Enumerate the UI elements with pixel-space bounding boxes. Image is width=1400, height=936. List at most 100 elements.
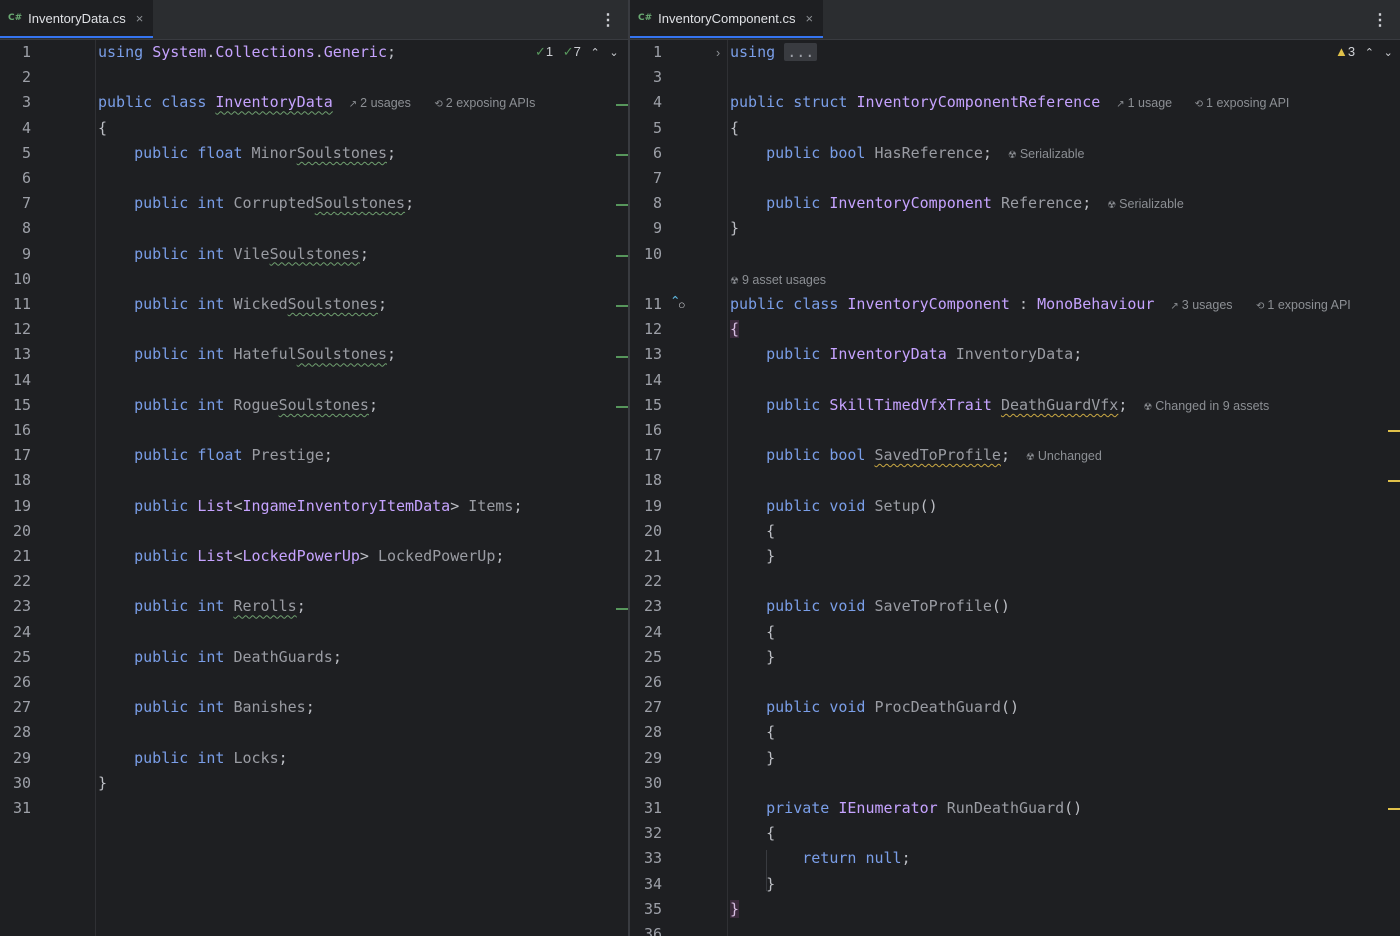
inlay-hint[interactable]: ⟲ 1 exposing API — [1256, 298, 1351, 312]
line-number[interactable]: 24 — [0, 623, 31, 641]
code-line[interactable]: 26 — [0, 670, 628, 695]
code-line[interactable]: 31 — [0, 796, 628, 821]
inlay-hint[interactable]: ↗ 3 usages — [1170, 298, 1232, 312]
code-line[interactable]: 36 — [630, 922, 1400, 936]
code-line[interactable]: 23 public int Rerolls; — [0, 594, 628, 619]
line-number[interactable]: 29 — [0, 749, 31, 767]
code-line[interactable]: 25 } — [630, 645, 1400, 670]
code-line[interactable]: 9} — [630, 216, 1400, 241]
line-number[interactable]: 18 — [630, 471, 662, 489]
line-number[interactable]: 35 — [630, 900, 662, 918]
code-line[interactable]: 6 public bool HasReference; ☢ Serializable — [630, 141, 1400, 166]
code-line[interactable]: 16 — [0, 418, 628, 443]
code-editor[interactable]: ▲3 ⌃ ⌄ 1 using ... › 3 4 public struct Invent… — [630, 40, 1400, 936]
inlay-hint[interactable]: ⟲ 1 exposing API — [1195, 96, 1290, 110]
code-line[interactable]: 15 public int RogueSoulstones; — [0, 393, 628, 418]
line-number[interactable]: 23 — [630, 597, 662, 615]
line-number[interactable]: 14 — [0, 371, 31, 389]
code-line[interactable]: 4{ — [0, 116, 628, 141]
code-line[interactable]: 22 — [0, 569, 628, 594]
line-number[interactable]: 5 — [0, 144, 31, 162]
line-number[interactable]: 4 — [0, 119, 31, 137]
line-number[interactable]: 3 — [630, 68, 662, 86]
line-number[interactable]: 6 — [630, 144, 662, 162]
code-line[interactable]: 19 public void Setup() — [630, 494, 1400, 519]
line-number[interactable]: 8 — [0, 219, 31, 237]
code-line[interactable]: 17 public float Prestige; — [0, 443, 628, 468]
line-number[interactable]: 24 — [630, 623, 662, 641]
line-number[interactable]: 29 — [630, 749, 662, 767]
code-line[interactable]: 7 public int CorruptedSoulstones; — [0, 191, 628, 216]
vcs-added-marker[interactable] — [616, 406, 628, 408]
line-number[interactable]: 6 — [0, 169, 31, 187]
code-line[interactable]: 8 — [0, 216, 628, 241]
line-number[interactable]: 8 — [630, 194, 662, 212]
code-line[interactable]: 5{ — [630, 116, 1400, 141]
warning-marker[interactable] — [1388, 808, 1400, 810]
code-line[interactable]: 5 public float MinorSoulstones; — [0, 141, 628, 166]
line-number[interactable]: 21 — [0, 547, 31, 565]
code-line[interactable]: 4 public struct InventoryComponentReferen… — [630, 90, 1400, 115]
code-line[interactable]: 3 — [630, 65, 1400, 90]
line-number[interactable]: 28 — [0, 723, 31, 741]
line-number[interactable]: 13 — [0, 345, 31, 363]
line-number[interactable]: 25 — [0, 648, 31, 666]
code-line[interactable]: 7 — [630, 166, 1400, 191]
code-line[interactable]: 30 — [630, 771, 1400, 796]
line-number[interactable]: 27 — [0, 698, 31, 716]
code-editor[interactable]: ✓1 ✓7 ⌃ ⌄ 1 using System.Collections.Gene… — [0, 40, 628, 936]
vcs-added-marker[interactable] — [616, 607, 628, 610]
folded-imports[interactable]: ... — [784, 43, 818, 61]
code-line[interactable]: 9 public int VileSoulstones; — [0, 242, 628, 267]
line-number[interactable]: 36 — [630, 925, 662, 936]
line-number[interactable]: 25 — [630, 648, 662, 666]
inlay-hint[interactable]: ☢ Unchanged — [1026, 449, 1102, 463]
code-line[interactable]: 18 — [0, 468, 628, 493]
line-number[interactable]: 22 — [630, 572, 662, 590]
line-number[interactable]: 1 — [630, 43, 662, 61]
line-number[interactable]: 22 — [0, 572, 31, 590]
line-number[interactable]: 15 — [0, 396, 31, 414]
line-number[interactable]: 30 — [0, 774, 31, 792]
code-line[interactable]: 14 — [630, 368, 1400, 393]
line-number[interactable]: 20 — [0, 522, 31, 540]
line-number[interactable]: 23 — [0, 597, 31, 615]
line-number[interactable]: 15 — [630, 396, 662, 414]
close-icon[interactable]: × — [805, 11, 813, 26]
inlay-hint[interactable]: ☢ Serializable — [1008, 147, 1085, 161]
line-number[interactable]: 10 — [0, 270, 31, 288]
code-line[interactable]: ☢ 9 asset usages — [630, 267, 1400, 292]
inlay-hint[interactable]: ↗ 1 usage — [1116, 96, 1172, 110]
vcs-added-marker[interactable] — [616, 154, 628, 156]
line-number[interactable]: 31 — [0, 799, 31, 817]
vcs-added-marker[interactable] — [616, 204, 628, 207]
line-number[interactable]: 5 — [630, 119, 662, 137]
inlay-hint[interactable]: ⟲ 2 exposing APIs — [434, 96, 535, 110]
line-number[interactable]: 4 — [630, 93, 662, 111]
code-line[interactable]: 26 — [630, 670, 1400, 695]
line-number[interactable]: 26 — [630, 673, 662, 691]
line-number[interactable]: 20 — [630, 522, 662, 540]
line-number[interactable]: 34 — [630, 875, 662, 893]
code-line[interactable]: 13 public int HatefulSoulstones; — [0, 342, 628, 367]
code-line[interactable]: 30} — [0, 771, 628, 796]
line-number[interactable]: 12 — [630, 320, 662, 338]
code-line[interactable]: 34 } — [630, 872, 1400, 897]
code-line[interactable]: 11 public int WickedSoulstones; — [0, 292, 628, 317]
code-line[interactable]: 29 } — [630, 746, 1400, 771]
code-line[interactable]: 1 using System.Collections.Generic; — [0, 40, 628, 65]
line-number[interactable]: 7 — [0, 194, 31, 212]
code-line[interactable]: 3 public class InventoryData ↗ 2 usages ⟲ 2 e… — [0, 90, 628, 115]
inlay-hint[interactable]: ↗ 2 usages — [349, 96, 411, 110]
line-number[interactable]: 19 — [630, 497, 662, 515]
line-number[interactable]: 26 — [0, 673, 31, 691]
line-number[interactable]: 12 — [0, 320, 31, 338]
line-number[interactable]: 10 — [630, 245, 662, 263]
line-number[interactable]: 1 — [0, 43, 31, 61]
line-number[interactable]: 28 — [630, 723, 662, 741]
code-line[interactable]: 12 — [0, 317, 628, 342]
code-line[interactable]: 14 — [0, 368, 628, 393]
line-number[interactable]: 17 — [630, 446, 662, 464]
line-number[interactable]: 27 — [630, 698, 662, 716]
code-line[interactable]: 10 — [0, 267, 628, 292]
